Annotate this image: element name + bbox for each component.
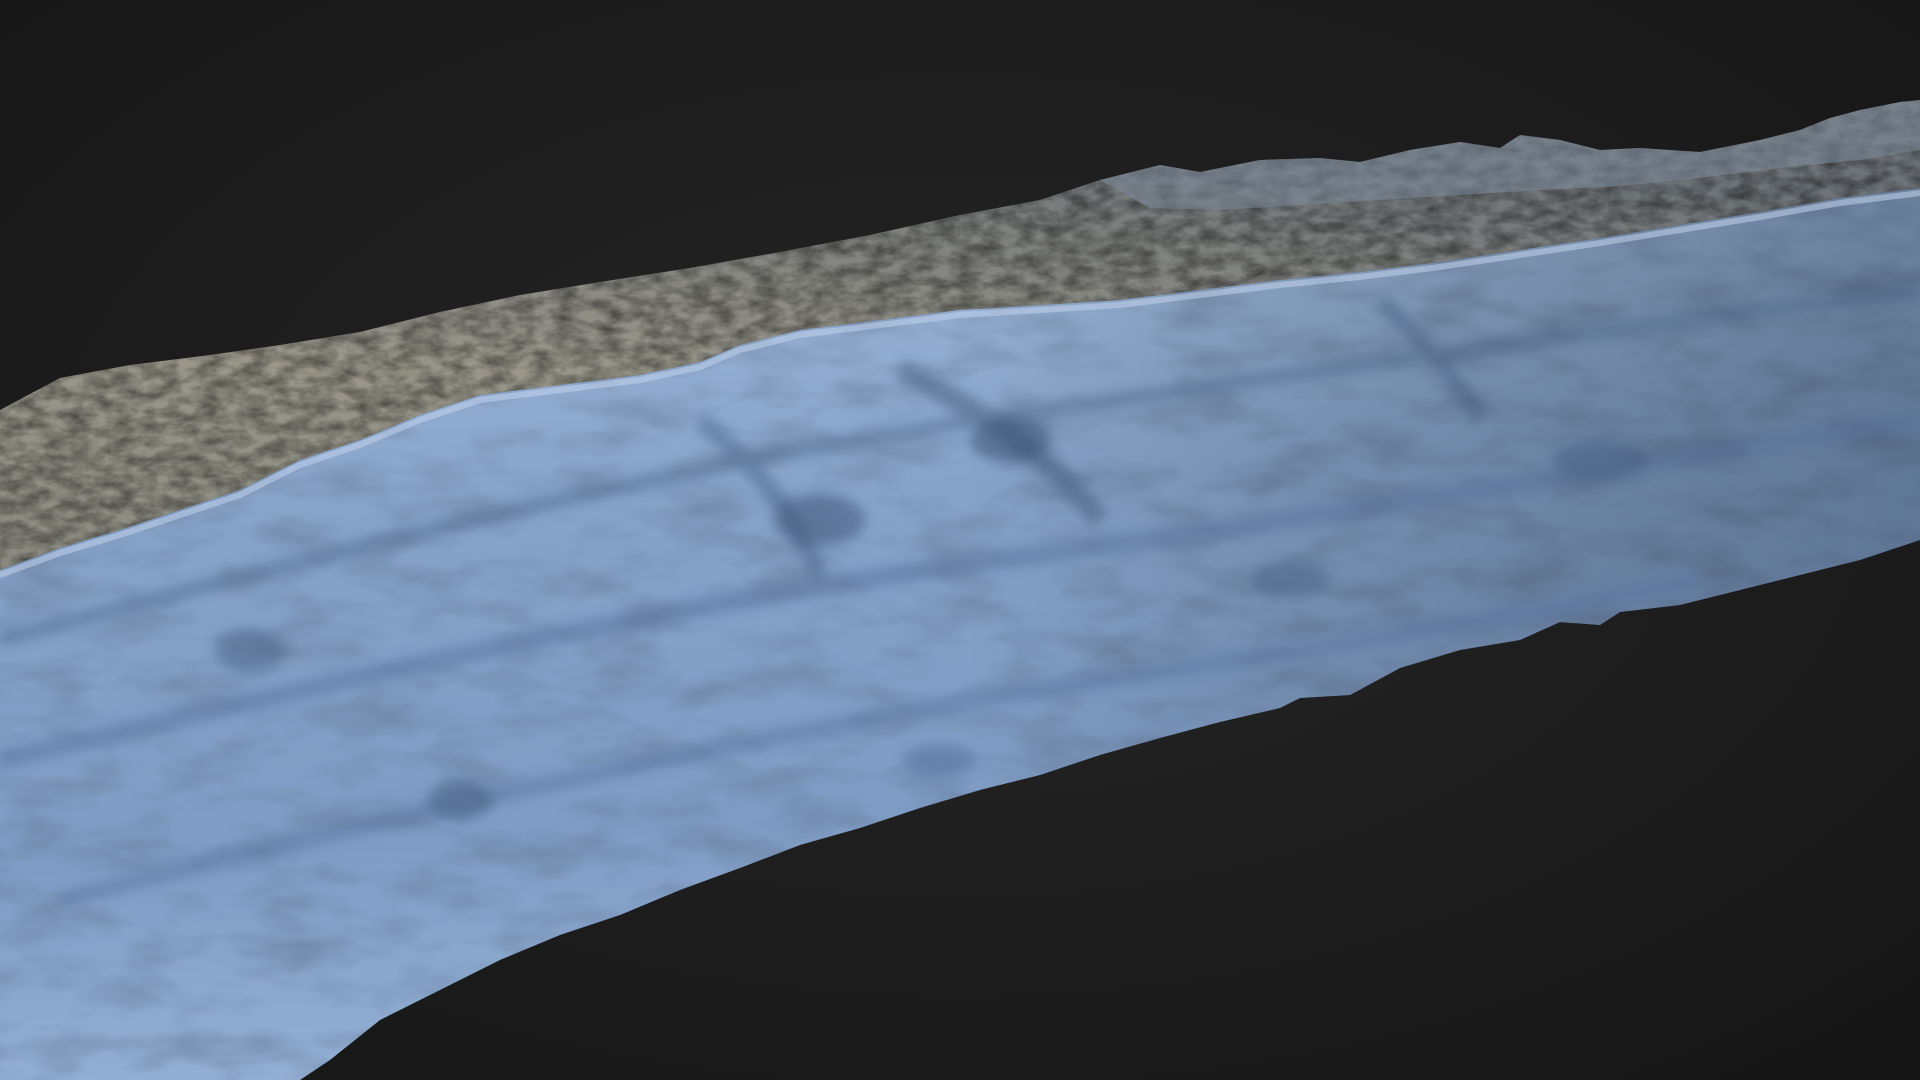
pocket-2 [775,494,865,546]
3d-viewport[interactable] [0,0,1920,1080]
pocket-5 [1552,440,1648,480]
pocket-3 [428,780,492,820]
pocket-6 [1250,562,1330,598]
scene-svg [0,0,1920,1080]
pocket-7 [902,744,978,776]
pocket-4 [214,628,286,672]
pocket-1 [970,418,1050,462]
